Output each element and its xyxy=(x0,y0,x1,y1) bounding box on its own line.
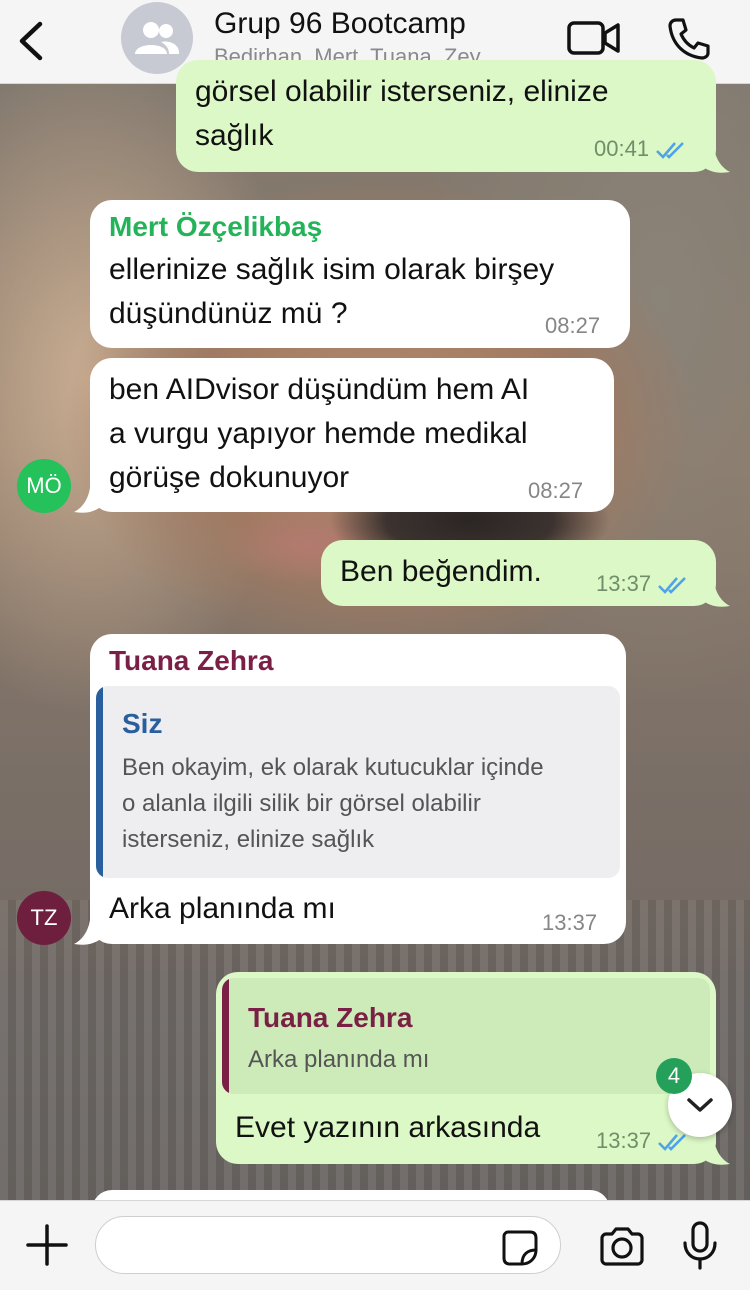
sticker-button[interactable] xyxy=(500,1228,540,1268)
quoted-line: o alanla ilgili silik bir görsel olabili… xyxy=(122,790,481,817)
camera-icon xyxy=(600,1227,644,1266)
sender-name[interactable]: Mert Özçelikbaş xyxy=(109,211,322,243)
message-meta: 00:41 xyxy=(594,136,687,162)
message-bubble-outgoing[interactable]: görsel olabilir isterseniz, elinize sağl… xyxy=(176,60,716,172)
message-bubble-incoming[interactable]: ben AIDvisor düşündüm hem AI a vurgu yap… xyxy=(90,358,614,512)
message-line: ellerinize sağlık isim olarak birşey xyxy=(109,253,555,286)
chat-title[interactable]: Grup 96 Bootcamp xyxy=(214,7,466,41)
sender-avatar[interactable]: TZ xyxy=(17,891,71,945)
bubble-tail xyxy=(700,1140,730,1165)
message-line: görüşe dokunuyor xyxy=(109,461,350,494)
message-bubble-outgoing[interactable]: Tuana Zehra Arka planında mı Evet yazını… xyxy=(216,972,716,1164)
message-bubble-outgoing[interactable]: Ben beğendim. 13:37 xyxy=(321,540,716,606)
phone-icon xyxy=(668,18,710,60)
quote-accent-bar xyxy=(222,978,229,1094)
message-line: düşündünüz mü ? xyxy=(109,297,348,330)
camera-button[interactable] xyxy=(598,1226,646,1266)
voice-call-button[interactable] xyxy=(666,16,712,62)
quoted-author: Tuana Zehra xyxy=(248,1002,413,1033)
video-call-button[interactable] xyxy=(566,18,622,58)
back-chevron-icon xyxy=(19,21,43,61)
message-line: görsel olabilir isterseniz, elinize xyxy=(195,75,609,108)
message-time: 13:37 xyxy=(542,910,598,935)
group-avatar-icon xyxy=(135,22,180,54)
sender-avatar[interactable]: MÖ xyxy=(17,459,71,513)
attach-button[interactable] xyxy=(26,1224,68,1266)
back-button[interactable] xyxy=(14,18,48,64)
quote-accent-bar xyxy=(96,686,103,878)
read-ticks-icon xyxy=(658,577,686,595)
read-ticks-icon xyxy=(656,142,684,160)
message-bubble-incoming[interactable]: Mert Özçelikbaş ellerinize sağlık isim o… xyxy=(90,200,630,348)
bubble-tail xyxy=(700,148,730,173)
quoted-line: Ben okayim, ek olarak kutucuklar içinde xyxy=(122,754,544,781)
chevron-down-icon xyxy=(687,1098,713,1112)
bubble-tail xyxy=(700,582,730,607)
message-line: sağlık xyxy=(195,119,274,152)
sticker-icon xyxy=(502,1230,538,1266)
composer-bar xyxy=(0,1200,750,1290)
video-call-icon xyxy=(567,21,620,55)
microphone-icon xyxy=(683,1221,717,1270)
quoted-line: isterseniz, elinize sağlık xyxy=(122,826,375,853)
message-line: Ben beğendim. xyxy=(340,555,542,588)
plus-icon xyxy=(26,1224,68,1266)
message-time: 00:41 xyxy=(594,136,650,161)
quoted-message[interactable]: Tuana Zehra Arka planında mı xyxy=(222,978,710,1094)
quoted-author: Siz xyxy=(122,708,163,739)
message-line: ben AIDvisor düşündüm hem AI xyxy=(109,373,530,406)
message-time: 13:37 xyxy=(596,1128,652,1153)
message-time: 13:37 xyxy=(596,571,652,596)
bubble-tail xyxy=(74,920,104,945)
quoted-message[interactable]: Siz Ben okayim, ek olarak kutucuklar içi… xyxy=(96,686,620,878)
message-meta: 13:37 xyxy=(596,1128,689,1154)
message-time: 08:27 xyxy=(528,478,584,503)
message-line: Arka planında mı xyxy=(109,892,336,925)
sender-name[interactable]: Tuana Zehra xyxy=(109,645,273,677)
group-avatar[interactable] xyxy=(121,2,193,74)
message-input[interactable] xyxy=(95,1216,561,1274)
message-meta: 13:37 xyxy=(596,571,689,597)
message-time: 08:27 xyxy=(545,313,601,338)
quoted-line: Arka planında mı xyxy=(248,1046,430,1073)
unread-count-badge[interactable]: 4 xyxy=(656,1058,692,1094)
message-line: a vurgu yapıyor hemde medikal xyxy=(109,417,528,450)
message-bubble-incoming[interactable]: Tuana Zehra Siz Ben okayim, ek olarak ku… xyxy=(90,634,626,944)
bubble-tail xyxy=(74,488,104,513)
read-ticks-icon xyxy=(658,1134,686,1152)
voice-message-button[interactable] xyxy=(682,1221,718,1271)
message-line: Evet yazının arkasında xyxy=(235,1111,541,1144)
